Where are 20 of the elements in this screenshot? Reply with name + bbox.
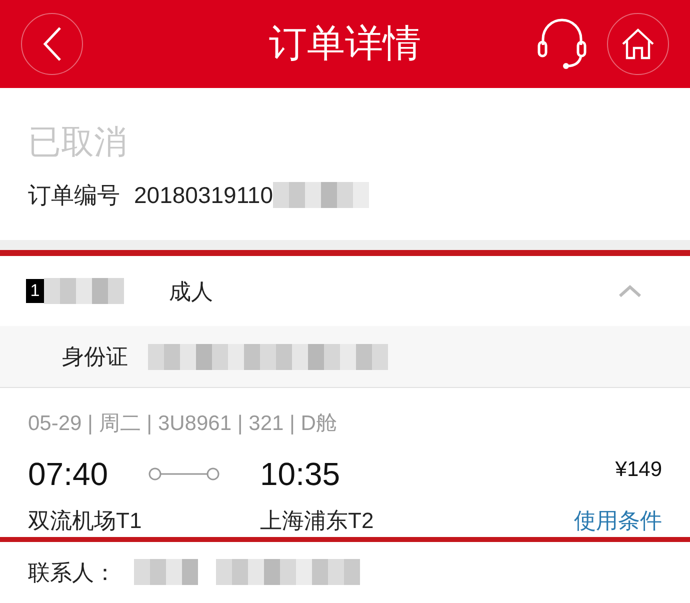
page-title: 订单详情 [269, 22, 421, 66]
passenger-type: 成人 [169, 278, 213, 306]
departure-airport: 双流机场T1 [28, 506, 143, 534]
order-number: 20180319110 [134, 181, 273, 210]
conditions-link[interactable]: 使用条件 [574, 504, 662, 536]
home-icon [621, 28, 655, 60]
contact-label: 联系人： [28, 558, 116, 586]
arrival-time: 10:35 [260, 454, 340, 494]
back-icon [42, 26, 62, 62]
redacted-block [134, 559, 198, 585]
price: ¥149 [615, 456, 662, 482]
passenger-index: 1 [26, 279, 44, 303]
flight-info: 05-29 | 周二 | 3U8961 | 321 | D舱 [28, 411, 338, 437]
order-number-label: 订单编号 [28, 181, 120, 210]
back-button[interactable] [21, 13, 83, 75]
route-line-icon [148, 466, 220, 480]
home-button[interactable] [607, 13, 669, 75]
arrival-airport: 上海浦东T2 [260, 506, 374, 534]
id-label: 身份证 [62, 343, 128, 371]
departure-time: 07:40 [28, 454, 110, 494]
